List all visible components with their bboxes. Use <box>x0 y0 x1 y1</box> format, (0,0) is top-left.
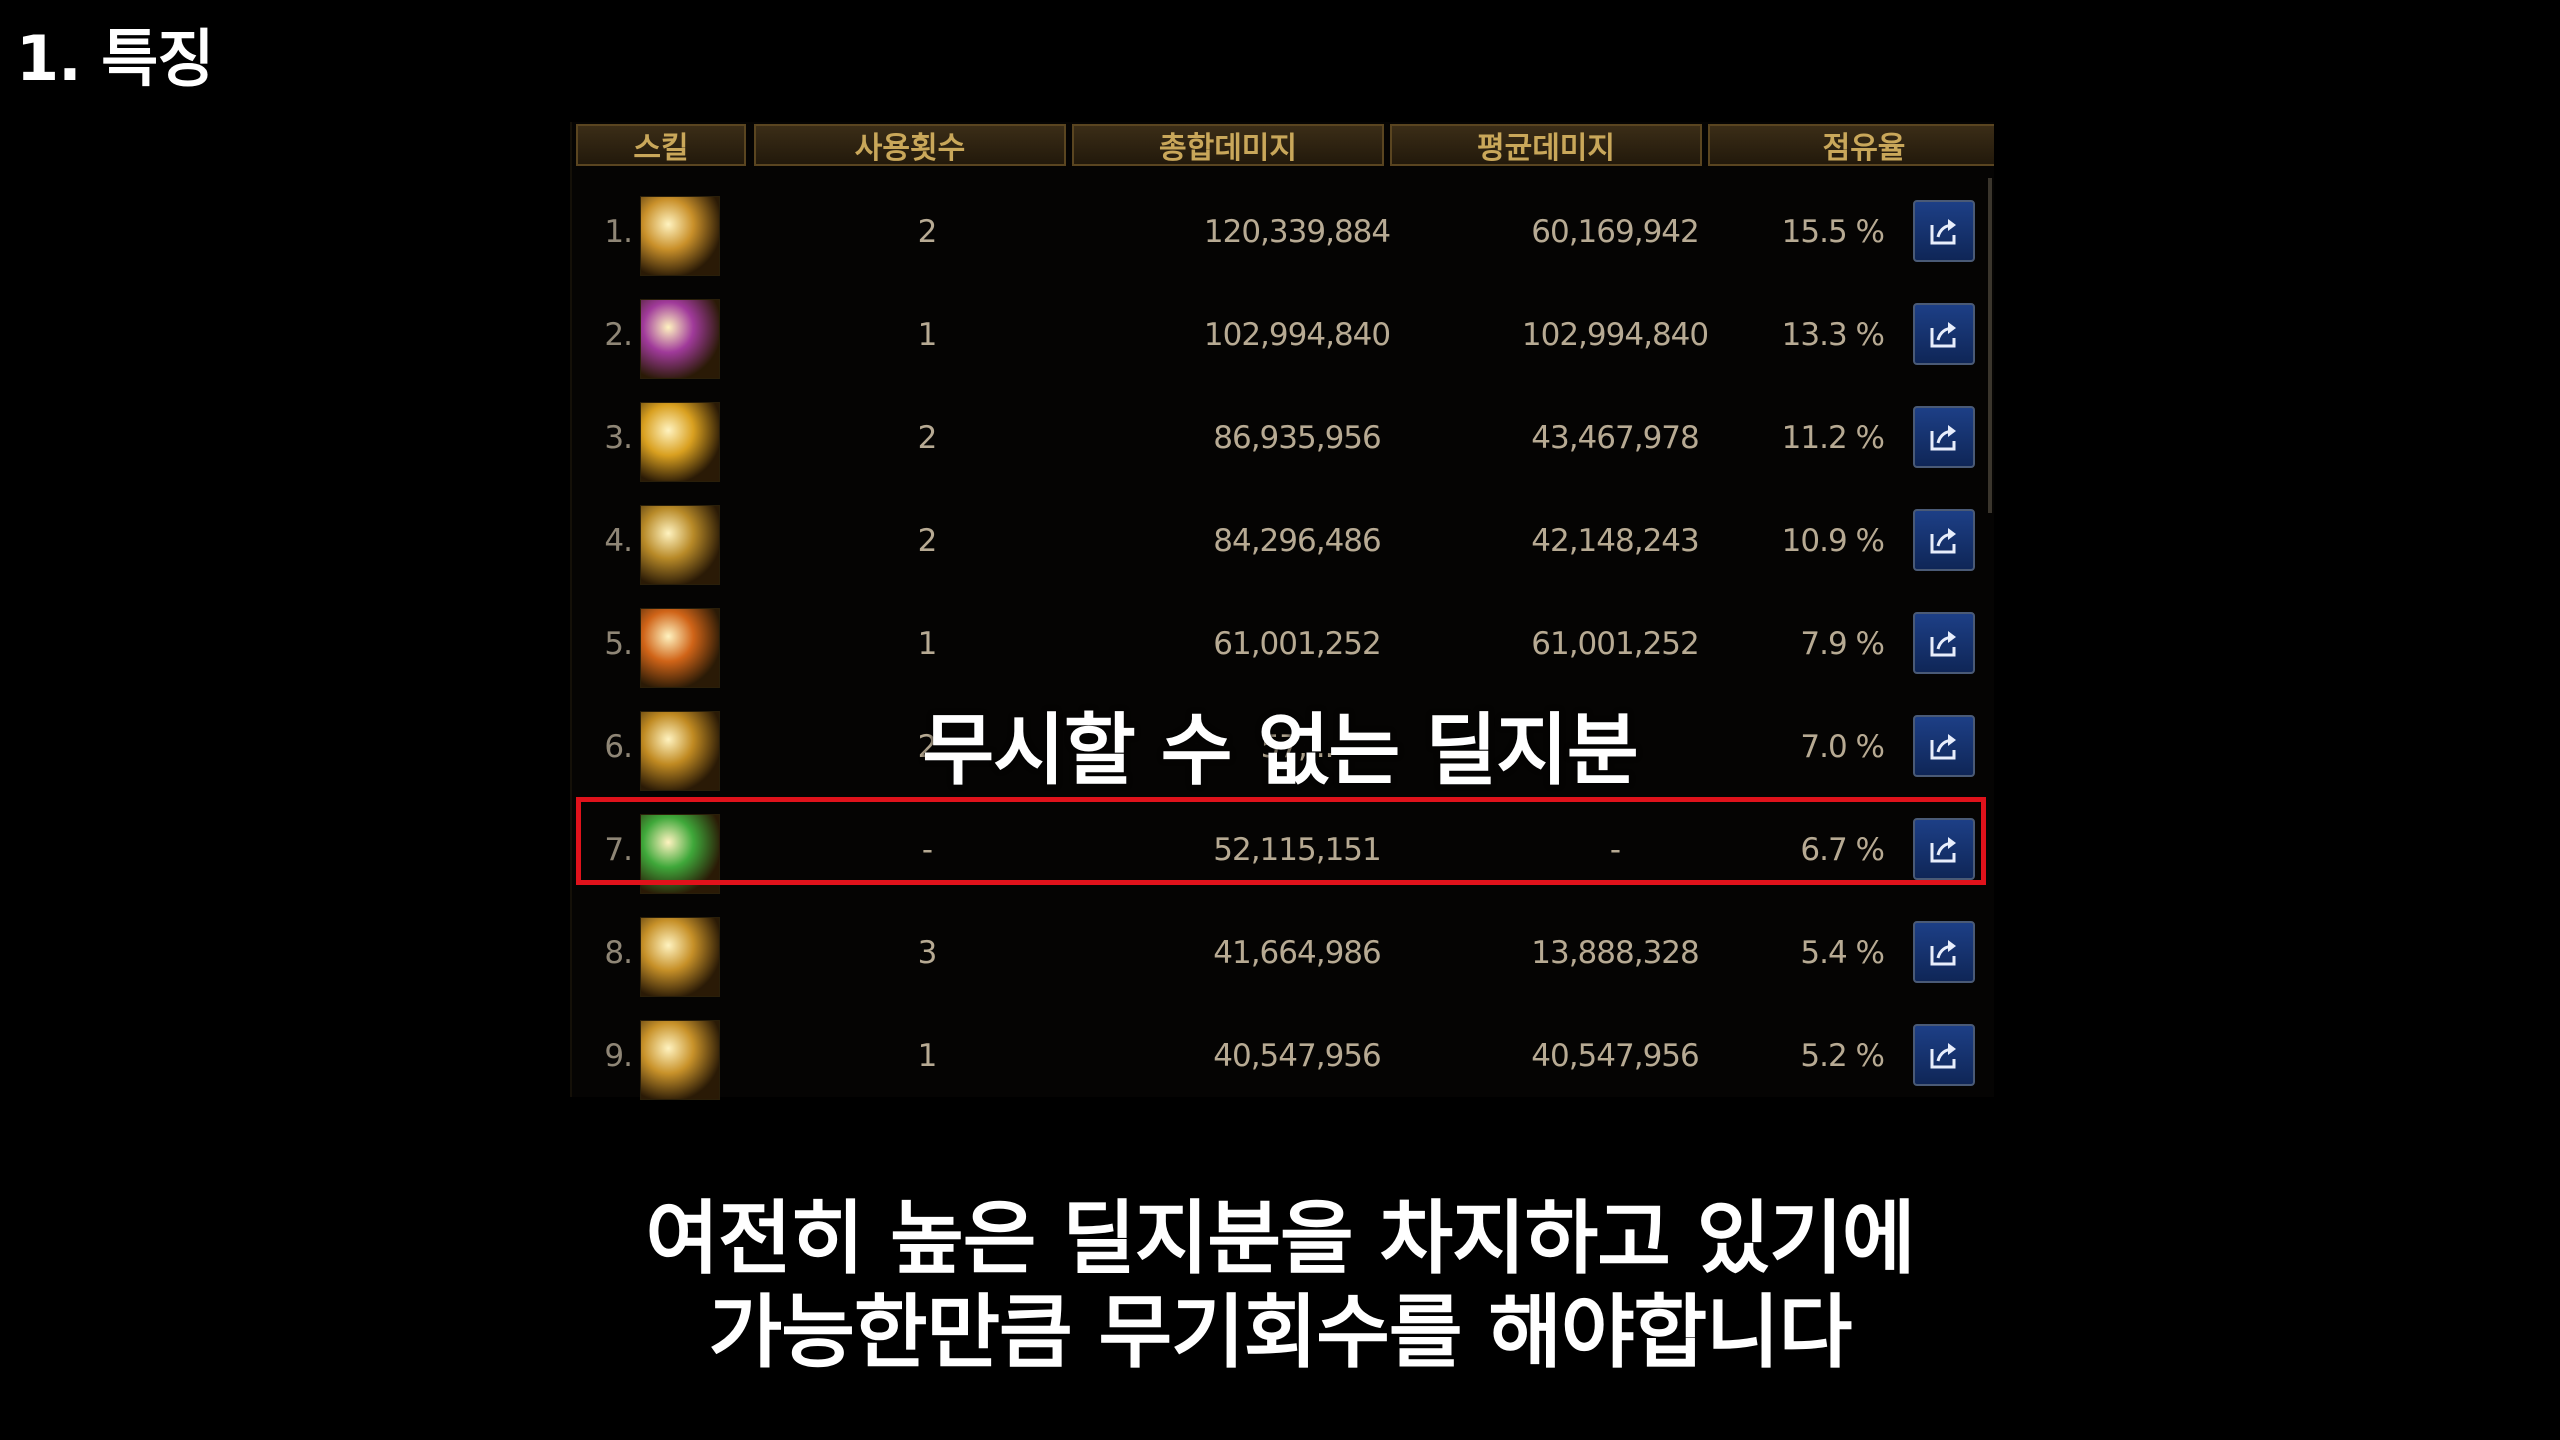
row-total-damage: 120,339,884 <box>1203 213 1391 250</box>
row-share: 7.9 % <box>1800 625 1885 662</box>
table-header: 스킬 사용횟수 총합데미지 평균데미지 점유율 <box>576 124 1994 166</box>
share-icon <box>1930 425 1956 451</box>
share-button[interactable] <box>1913 1024 1975 1086</box>
share-button[interactable] <box>1913 509 1975 571</box>
gold-sword-skill-icon <box>640 505 720 585</box>
row-total-damage: 102,994,840 <box>1203 316 1391 353</box>
header-uses[interactable]: 사용횟수 <box>754 124 1066 166</box>
table-row: 2. 1 102,994,840 102,994,840 13.3 % <box>572 283 1994 386</box>
row-uses: 1 <box>917 316 938 353</box>
row-uses: 2 <box>917 213 938 250</box>
row-total-damage: 41,664,986 <box>1213 934 1382 971</box>
section-title: 1. 특징 <box>16 22 214 95</box>
row-share: 15.5 % <box>1781 213 1885 250</box>
row-rank: 1. <box>604 213 633 250</box>
subtitle-line-2: 가능한만큼 무기회수를 해야합니다 <box>708 1286 1853 1379</box>
share-icon <box>1930 322 1956 348</box>
share-button[interactable] <box>1913 921 1975 983</box>
share-icon <box>1930 631 1956 657</box>
overlay-caption: 무시할 수 없는 딜지분 <box>922 706 1638 796</box>
header-average-damage[interactable]: 평균데미지 <box>1390 124 1702 166</box>
row-rank: 4. <box>604 522 633 559</box>
row-total-damage: 61,001,252 <box>1213 625 1382 662</box>
row-rank: 5. <box>604 625 633 662</box>
row-rank: 9. <box>604 1037 633 1074</box>
row-share: 5.2 % <box>1800 1037 1885 1074</box>
table-row: 3. 2 86,935,956 43,467,978 11.2 % <box>572 386 1994 489</box>
row-uses: 1 <box>917 1037 938 1074</box>
row-rank: 2. <box>604 316 633 353</box>
share-button[interactable] <box>1913 612 1975 674</box>
table-row: 9. 1 40,547,956 40,547,956 5.2 % <box>572 1004 1994 1107</box>
header-skill[interactable]: 스킬 <box>576 124 746 166</box>
row-total-damage: 40,547,956 <box>1213 1037 1382 1074</box>
row-share: 11.2 % <box>1781 419 1885 456</box>
subtitle: 여전히 높은 딜지분을 차지하고 있기에 가능한만큼 무기회수를 해야합니다 <box>0 1192 2560 1380</box>
row-share: 5.4 % <box>1800 934 1885 971</box>
highlight-box-row-7 <box>576 797 1986 885</box>
damage-stats-panel: 스킬 사용횟수 총합데미지 평균데미지 점유율 1. 2 120,339,884 60… <box>570 122 1994 1100</box>
share-icon <box>1930 1043 1956 1069</box>
subtitle-line-1: 여전히 높은 딜지분을 차지하고 있기에 <box>645 1192 1915 1285</box>
table-row: 1. 2 120,339,884 60,169,942 15.5 % <box>572 180 1994 283</box>
share-button[interactable] <box>1913 200 1975 262</box>
row-share: 13.3 % <box>1781 316 1885 353</box>
row-uses: 2 <box>917 419 938 456</box>
share-icon <box>1930 940 1956 966</box>
row-uses: 2 <box>917 522 938 559</box>
share-icon <box>1930 528 1956 554</box>
table-row: 8. 3 41,664,986 13,888,328 5.4 % <box>572 901 1994 1004</box>
row-rank: 3. <box>604 419 633 456</box>
table-row: 4. 2 84,296,486 42,148,243 10.9 % <box>572 489 1994 592</box>
orange-strike-skill-icon <box>640 608 720 688</box>
table-row: 5. 1 61,001,252 61,001,252 7.9 % <box>572 592 1994 695</box>
share-icon <box>1930 219 1956 245</box>
row-uses: 3 <box>917 934 938 971</box>
share-button[interactable] <box>1913 406 1975 468</box>
gold-burst-skill-icon <box>640 402 720 482</box>
row-share: 10.9 % <box>1781 522 1885 559</box>
row-total-damage: 86,935,956 <box>1213 419 1382 456</box>
row-total-damage: 84,296,486 <box>1213 522 1382 559</box>
share-button[interactable] <box>1913 303 1975 365</box>
row-rank: 8. <box>604 934 633 971</box>
gold-dragon-skill-icon <box>640 196 720 276</box>
purple-magic-skill-icon <box>640 299 720 379</box>
header-total-damage[interactable]: 총합데미지 <box>1072 124 1384 166</box>
header-share[interactable]: 점유율 <box>1708 124 1994 166</box>
gold-vortex-skill-icon <box>640 917 720 997</box>
gold-pillar-skill-icon <box>640 1020 720 1100</box>
row-uses: 1 <box>917 625 938 662</box>
